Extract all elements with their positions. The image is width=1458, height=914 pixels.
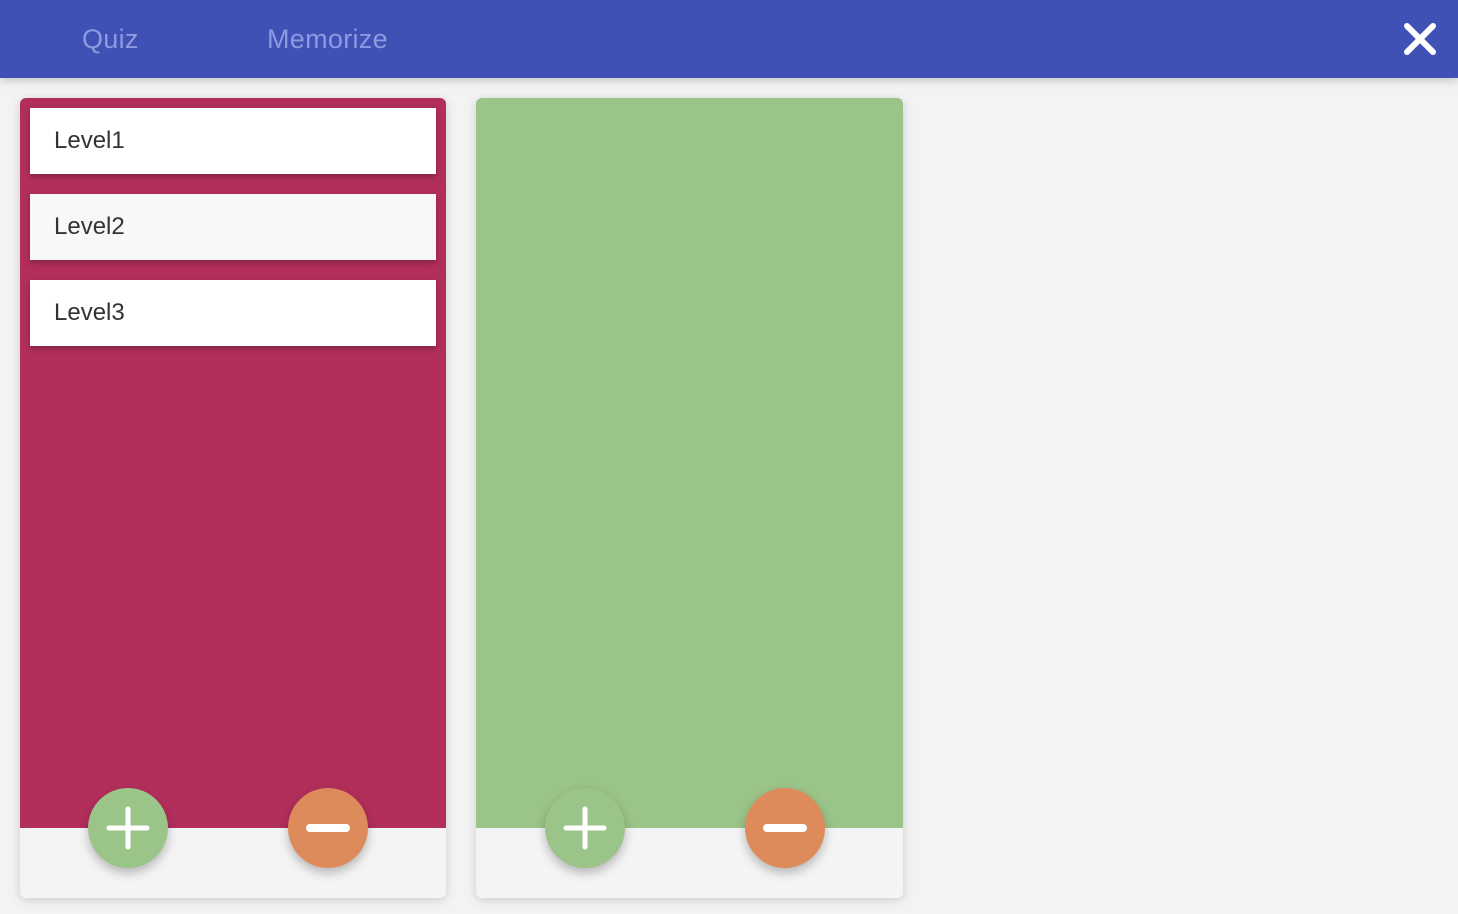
list-item-level3[interactable]: Level3: [30, 280, 436, 346]
minus-icon: [306, 824, 350, 832]
remove-level-button[interactable]: [288, 788, 368, 868]
list-item-level2[interactable]: Level2: [30, 194, 436, 260]
close-button[interactable]: [1402, 21, 1438, 57]
list-item-label: Level3: [54, 299, 125, 326]
list-item-label: Level2: [54, 213, 125, 240]
item-list-panel: [476, 98, 903, 898]
add-level-button[interactable]: [88, 788, 168, 868]
list-item-level1[interactable]: Level1: [30, 108, 436, 174]
plus-icon: [106, 806, 150, 850]
tab-memorize[interactable]: Memorize: [267, 0, 388, 78]
minus-icon: [763, 824, 807, 832]
level-list-panel: Level1 Level2 Level3: [20, 98, 446, 898]
list-item-label: Level1: [54, 127, 125, 154]
close-icon: [1404, 23, 1436, 55]
add-item-button[interactable]: [545, 788, 625, 868]
top-app-bar: Quiz Memorize: [0, 0, 1458, 78]
plus-icon: [563, 806, 607, 850]
remove-item-button[interactable]: [745, 788, 825, 868]
item-list-body: [476, 98, 903, 828]
level-list-body: Level1 Level2 Level3: [20, 98, 446, 828]
tab-quiz[interactable]: Quiz: [82, 0, 139, 78]
